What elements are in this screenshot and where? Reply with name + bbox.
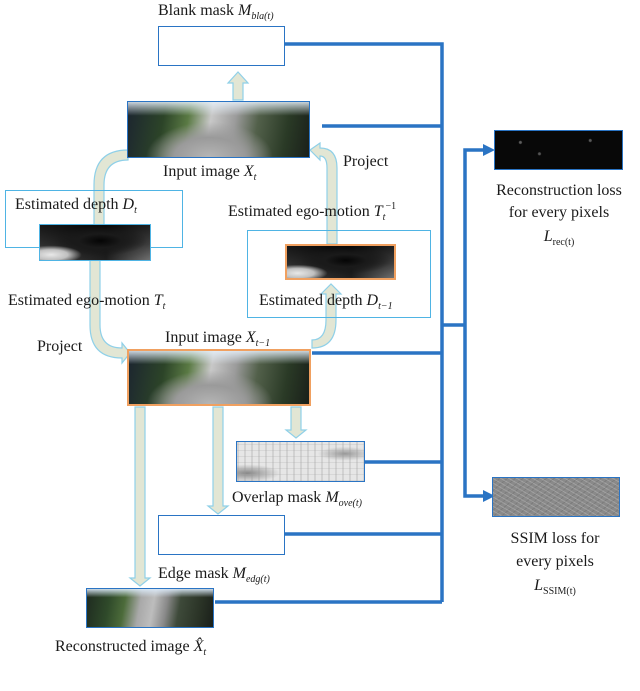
blank-mask-image: [158, 26, 285, 66]
input-image-t-label: Input image Xt: [163, 163, 257, 183]
reconstructed-image: [86, 588, 214, 628]
arrow-depth-t1-to-input-t: [309, 141, 338, 245]
bus-to-ssim-loss: [463, 325, 485, 498]
reconstruction-loss-line2: for every pixels: [508, 204, 610, 221]
project-label-left: Project: [37, 338, 83, 355]
ssim-loss-line2: every pixels: [516, 553, 594, 570]
depth-t1-image: [285, 244, 396, 280]
reconstruction-loss-line1: Reconstruction loss: [496, 182, 622, 199]
overlap-mask-image: [236, 441, 365, 482]
depth-t-image: [39, 224, 151, 261]
reconstructed-image-label: Reconstructed image X̂t: [55, 638, 207, 658]
depth-t1-label: Estimated depth Dt−1: [259, 292, 393, 312]
input-image-t1: [127, 349, 311, 406]
reconstruction-loss-symbol: Lrec(t): [543, 228, 575, 248]
input-image-t: [127, 101, 310, 158]
reconstruction-loss-image: [494, 130, 623, 170]
ego-motion-label: Estimated ego-motion Tt: [8, 292, 166, 312]
overlap-mask-label: Overlap mask Move(t): [232, 489, 362, 509]
project-label-right: Project: [343, 153, 389, 170]
ssim-loss-line1: SSIM loss for: [510, 530, 600, 547]
ego-motion-inverse-label: Estimated ego-motion Tt−1: [228, 201, 397, 223]
ssim-loss-image: [492, 477, 620, 517]
arrow-input-t1-to-reconstructed: [128, 406, 152, 587]
arrow-input-to-blank-mask: [226, 71, 250, 101]
arrow-input-t1-to-edge-mask: [206, 406, 230, 515]
arrow-input-t1-to-overlap-mask: [284, 406, 308, 439]
ssim-loss-symbol: LSSIM(t): [534, 577, 576, 597]
depth-t-label: Estimated depth Dt: [15, 196, 137, 216]
edge-mask-label: Edge mask Medg(t): [158, 565, 270, 585]
blank-mask-label: Blank mask Mbla(t): [158, 2, 274, 22]
edge-mask-image: [158, 515, 285, 555]
